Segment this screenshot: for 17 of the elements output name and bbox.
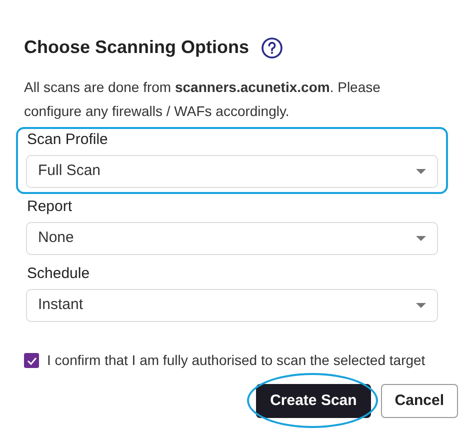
dialog-title: Choose Scanning Options — [24, 36, 250, 59]
field-label: Schedule — [26, 264, 91, 284]
dropdown-caret-icon — [416, 169, 426, 174]
cancel-button[interactable]: Cancel — [380, 384, 458, 418]
checkbox-label: I confirm that I am fully authorised to scan the selected target — [47, 351, 426, 370]
dropdown-caret-icon — [416, 236, 426, 241]
dropdown-caret-icon — [416, 303, 426, 308]
checkbox[interactable] — [24, 353, 39, 368]
select-field[interactable]: Instant — [26, 289, 438, 322]
field-label: Report — [26, 197, 74, 217]
help-icon[interactable] — [261, 36, 284, 58]
select-field[interactable]: None — [26, 222, 438, 255]
create-button[interactable]: Create Scan — [256, 384, 371, 418]
field-label: Scan Profile — [26, 130, 109, 150]
checkmark-icon — [26, 356, 36, 364]
select-field[interactable]: Full Scan — [26, 155, 438, 188]
description-text: All scans are done from scanners.acunetix.com. Please configure any firewalls / WAFs accordingly. — [24, 78, 382, 121]
